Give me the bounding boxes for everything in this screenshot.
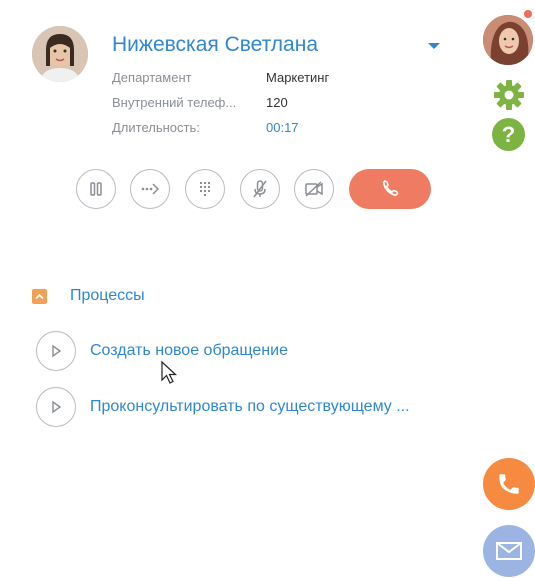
hang-up-icon [382, 180, 399, 196]
chevron-up-icon [35, 293, 44, 300]
pause-button[interactable] [76, 169, 116, 209]
phone-button[interactable] [483, 458, 535, 510]
envelope-icon [496, 542, 522, 560]
run-process-button[interactable] [36, 387, 76, 427]
phone-extension-label: Внутренний телеф... [112, 95, 237, 110]
process-item-label[interactable]: Создать новое обращение [90, 342, 288, 360]
transfer-button[interactable] [130, 169, 170, 209]
user-avatar[interactable] [483, 15, 533, 65]
pause-icon [90, 182, 102, 196]
play-icon [52, 344, 62, 358]
hang-up-button[interactable] [349, 169, 431, 209]
dialpad-icon [200, 182, 210, 196]
duration-label: Длительность: [112, 120, 200, 135]
play-icon [52, 400, 62, 414]
department-label: Департамент [112, 70, 192, 85]
processes-title[interactable]: Процессы [70, 287, 145, 305]
phone-extension-value: 120 [266, 95, 288, 110]
duration-value: 00:17 [266, 120, 299, 135]
process-item-label[interactable]: Проконсультировать по существующему ... [90, 398, 410, 416]
department-value: Маркетинг [266, 70, 330, 85]
run-process-button[interactable] [36, 331, 76, 371]
email-button[interactable] [483, 525, 535, 577]
mute-button[interactable] [240, 169, 280, 209]
chevron-down-icon[interactable] [428, 43, 440, 49]
notification-badge [524, 10, 532, 18]
mute-microphone-icon [253, 180, 267, 198]
transfer-icon [141, 183, 160, 195]
video-off-icon [305, 181, 323, 197]
video-button[interactable] [294, 169, 334, 209]
mouse-cursor-icon [161, 360, 178, 384]
contact-avatar [32, 26, 88, 82]
gear-icon[interactable] [492, 78, 526, 112]
contact-name[interactable]: Нижевская Светлана [112, 33, 318, 57]
help-icon[interactable]: ? [492, 118, 525, 151]
dialpad-button[interactable] [185, 169, 225, 209]
collapse-toggle[interactable] [32, 289, 47, 304]
phone-icon [499, 474, 519, 494]
